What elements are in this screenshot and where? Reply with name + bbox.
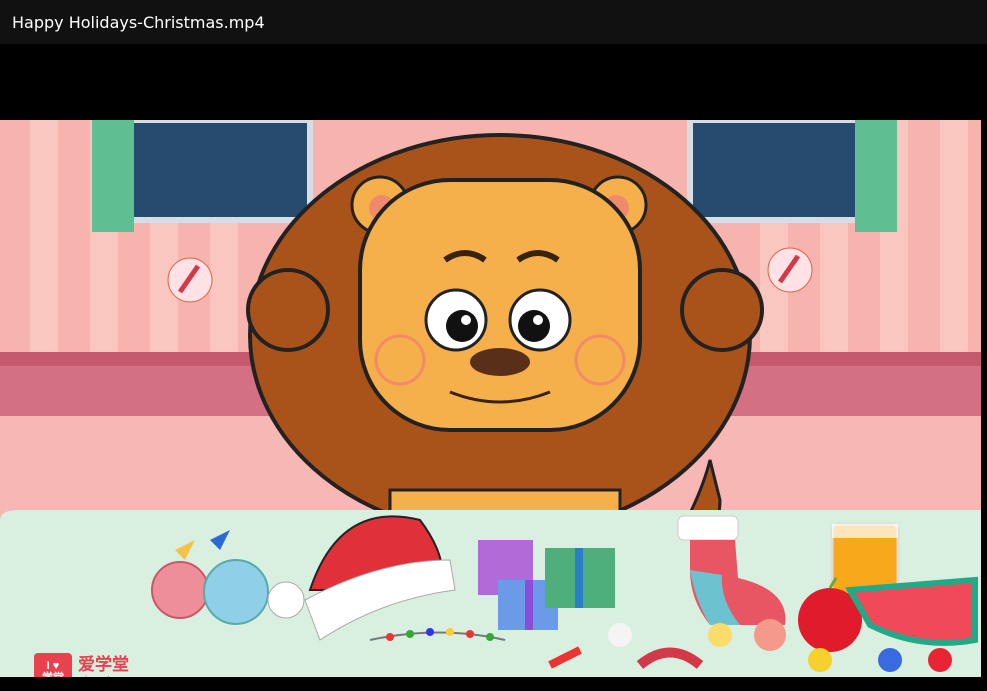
title-bar: Happy Holidays-Christmas.mp4 [0,0,987,44]
window-left [92,120,313,232]
logo-badge-top: I ♥ [46,659,60,672]
candy-cane-icon [167,257,213,303]
window-title: Happy Holidays-Christmas.mp4 [12,12,265,32]
frame-edge [981,44,987,691]
bottom-strip [0,677,987,691]
window-right [687,120,897,232]
logo-brand: 爱学堂 [78,654,129,674]
video-player[interactable]: I ♥ 学堂 爱学堂 aixuetang.com [0,44,981,691]
video-frame[interactable] [0,120,981,677]
candy-cane-icon [767,247,813,293]
